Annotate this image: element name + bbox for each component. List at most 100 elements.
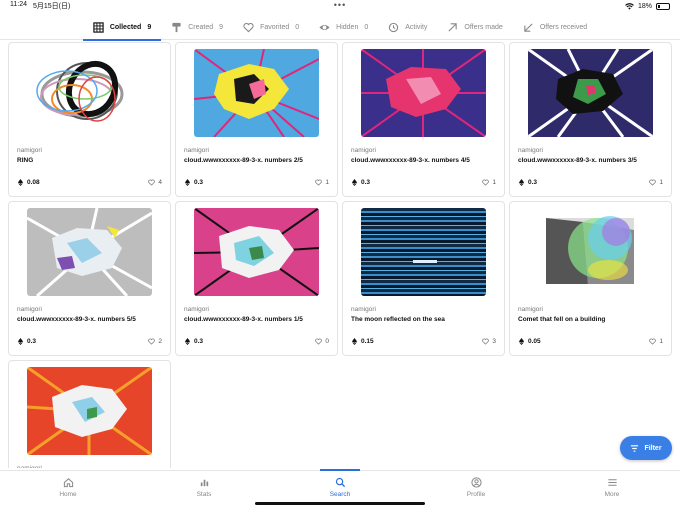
tab-label: Hidden	[336, 23, 359, 31]
tab-created[interactable]: Created 9	[161, 14, 233, 40]
nft-thumbnail[interactable]	[27, 49, 152, 137]
eth-icon	[351, 338, 358, 345]
tab-activity[interactable]: Activity	[378, 14, 437, 40]
owner-name[interactable]: namigori	[351, 147, 496, 154]
price: 0.3	[518, 179, 537, 186]
nft-thumbnail[interactable]	[528, 49, 653, 137]
eth-icon	[518, 179, 525, 186]
like-button[interactable]: 1	[482, 179, 496, 186]
price: 0.3	[184, 179, 203, 186]
tab-label: Offers made	[464, 23, 503, 31]
like-count: 4	[158, 179, 162, 186]
owner-name[interactable]: namigori	[17, 465, 162, 468]
tab-label: Offers received	[539, 23, 588, 31]
multitask-dots[interactable]: •••	[334, 0, 346, 10]
like-button[interactable]: 3	[482, 338, 496, 345]
like-button[interactable]: 1	[315, 179, 329, 186]
price-value: 0.3	[528, 179, 538, 186]
nft-card[interactable]: namigori cloud.wwwxxxxxx-89-3-x. numbers…	[342, 42, 505, 197]
price: 0.08	[17, 179, 40, 186]
nav-profile[interactable]: Profile	[408, 471, 544, 510]
filter-icon	[631, 444, 639, 452]
price-value: 0.3	[194, 338, 204, 345]
price: 0.3	[351, 179, 370, 186]
heart-icon	[315, 179, 323, 186]
home-icon	[63, 478, 73, 488]
tab-offers-received[interactable]: Offers received	[513, 14, 597, 40]
price: 0.3	[184, 338, 203, 345]
like-button[interactable]: 2	[148, 338, 162, 345]
nav-more[interactable]: More	[544, 471, 680, 510]
nft-card[interactable]: namigori cloud.wwwxxxxxx-89-3-x. numbers…	[175, 42, 338, 197]
nft-card[interactable]: namigori RING 0.08 4	[8, 42, 171, 197]
heart-icon	[315, 338, 323, 345]
like-count: 1	[325, 179, 329, 186]
nft-title[interactable]: cloud.wwwxxxxxx-89-3-x. numbers 4/5	[351, 157, 496, 164]
tab-favorited[interactable]: Favorited 0	[233, 14, 309, 40]
nav-label: Stats	[196, 491, 212, 498]
tab-label: Created	[188, 23, 214, 31]
heart-icon	[243, 22, 254, 32]
tab-hidden[interactable]: Hidden 0	[309, 14, 378, 40]
heart-icon	[482, 338, 490, 345]
nft-thumbnail[interactable]	[528, 208, 653, 296]
nft-title[interactable]: cloud.wwwxxxxxx-89-3-x. numbers 3/5	[518, 157, 663, 164]
like-button[interactable]: 0	[315, 338, 329, 345]
nft-thumbnail[interactable]	[361, 49, 486, 137]
nft-title[interactable]: cloud.wwwxxxxxx-89-3-x. numbers 1/5	[184, 316, 329, 323]
owner-name[interactable]: namigori	[518, 147, 663, 154]
price: 0.15	[351, 338, 374, 345]
like-button[interactable]: 1	[649, 179, 663, 186]
owner-name[interactable]: namigori	[184, 306, 329, 313]
profile-tabs: Collected 9 Created 9 Favorited 0 Hidden…	[0, 14, 680, 41]
tab-collected[interactable]: Collected 9	[82, 14, 162, 41]
heart-icon	[649, 338, 657, 345]
filter-button[interactable]: Filter	[620, 436, 672, 460]
tab-label: Collected	[109, 23, 142, 31]
tab-count: 9	[219, 23, 224, 31]
owner-name[interactable]: namigori	[351, 306, 496, 313]
grid-icon	[93, 21, 104, 33]
heart-icon	[649, 179, 657, 186]
nav-home[interactable]: Home	[0, 471, 136, 510]
like-count: 0	[325, 338, 329, 345]
home-indicator[interactable]	[255, 502, 425, 505]
nft-card[interactable]: namigori cloud.wwwxxxxxx-89-3-x. numbers…	[509, 42, 672, 197]
tab-offers-made[interactable]: Offers made	[437, 14, 512, 40]
nft-card[interactable]: namigori cloud.wwwxxxxxx-89-3-x. numbers…	[8, 201, 171, 356]
nft-title[interactable]: RING	[17, 157, 162, 164]
price-value: 0.05	[528, 338, 541, 345]
nft-title[interactable]: The moon reflected on the sea	[351, 316, 496, 323]
like-button[interactable]: 1	[649, 338, 663, 345]
nft-card[interactable]: namigori The moon reflected on the sea 0…	[342, 201, 505, 356]
tab-label: Activity	[405, 23, 428, 31]
eth-icon	[351, 179, 358, 186]
nft-thumbnail[interactable]	[27, 367, 152, 455]
nft-card[interactable]: namigori	[8, 360, 171, 468]
nft-grid: namigori RING 0.08 4 namigori cloud.wwwx…	[8, 42, 672, 468]
like-button[interactable]: 4	[148, 179, 162, 186]
nft-title[interactable]: cloud.wwwxxxxxx-89-3-x. numbers 2/5	[184, 157, 329, 164]
battery-percent: 18%	[637, 2, 652, 10]
battery-icon	[656, 2, 670, 10]
like-count: 1	[659, 179, 663, 186]
nft-thumbnail[interactable]	[194, 49, 319, 137]
arrow-down-left-icon	[524, 22, 533, 32]
owner-name[interactable]: namigori	[17, 147, 162, 154]
eth-icon	[184, 338, 191, 345]
owner-name[interactable]: namigori	[17, 306, 162, 313]
nft-thumbnail[interactable]	[194, 208, 319, 296]
nav-stats[interactable]: Stats	[136, 471, 272, 510]
owner-name[interactable]: namigori	[184, 147, 329, 154]
nft-title[interactable]: cloud.wwwxxxxxx-89-3-x. numbers 5/5	[17, 316, 162, 323]
nft-thumbnail[interactable]	[27, 208, 152, 296]
nft-card[interactable]: namigori cloud.wwwxxxxxx-89-3-x. numbers…	[175, 201, 338, 356]
nft-card[interactable]: namigori Comet that fell on a building 0…	[509, 201, 672, 356]
owner-name[interactable]: namigori	[518, 306, 663, 313]
price-value: 0.15	[361, 338, 374, 345]
nft-thumbnail[interactable]	[361, 208, 486, 296]
eth-icon	[518, 338, 525, 345]
heart-icon	[148, 338, 156, 345]
nft-title[interactable]: Comet that fell on a building	[518, 316, 663, 323]
status-bar: 11:24 5月15日(日) ••• 18%	[0, 0, 680, 12]
